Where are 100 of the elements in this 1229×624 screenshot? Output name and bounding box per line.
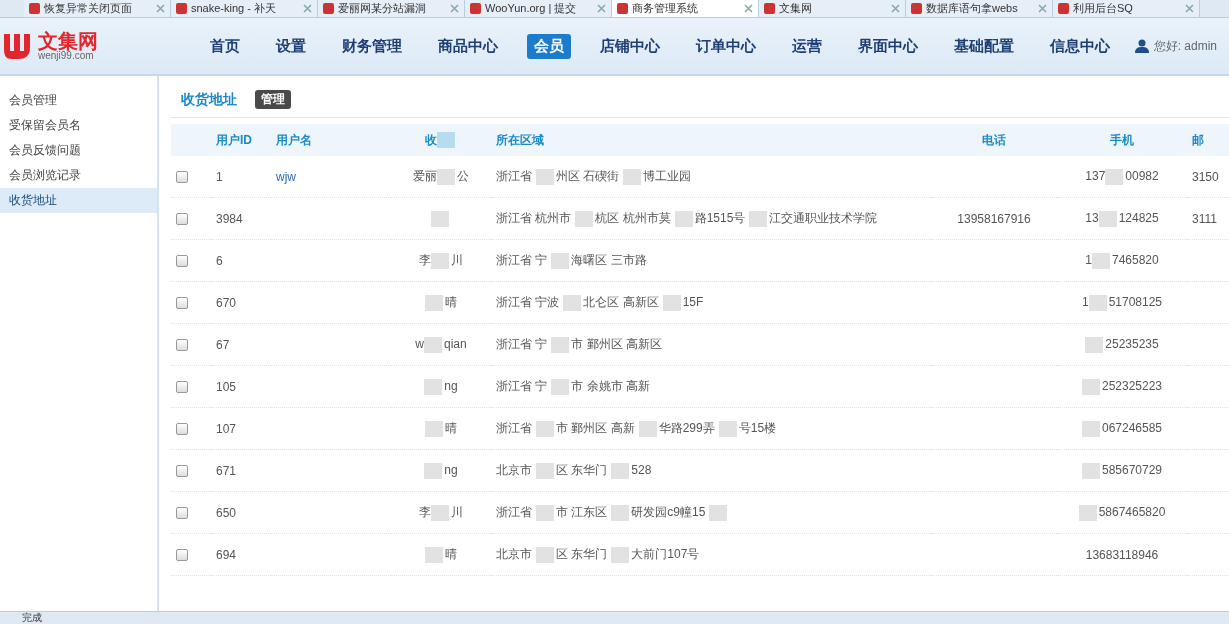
browser-tab[interactable]: 爱丽网某分站漏洞 xyxy=(318,0,465,17)
table-cell: 博工业园 xyxy=(643,169,692,183)
close-icon[interactable] xyxy=(891,4,900,13)
column-header: 手机 xyxy=(1110,132,1134,147)
table-cell: 浙江省 宁 xyxy=(496,253,548,267)
row-checkbox[interactable] xyxy=(176,381,188,394)
browser-tab[interactable]: 商务管理系统 xyxy=(612,0,759,17)
close-icon[interactable] xyxy=(1038,4,1047,13)
close-icon[interactable] xyxy=(450,4,459,13)
table-cell: 江交通职业技术学院 xyxy=(769,211,878,225)
redaction-block xyxy=(425,294,443,311)
row-checkbox[interactable] xyxy=(176,297,188,310)
redaction-block xyxy=(425,420,443,437)
redaction-block xyxy=(551,336,570,353)
table-cell: 北京市 xyxy=(496,463,532,477)
nav-item[interactable]: 订单中心 xyxy=(688,33,763,59)
redaction-block xyxy=(611,504,630,521)
table-cell: 浙江省 xyxy=(496,421,532,435)
redaction-block xyxy=(563,294,582,311)
row-checkbox[interactable] xyxy=(176,549,188,562)
table-cell: 州区 石碶街 xyxy=(556,169,620,183)
favicon-icon xyxy=(764,3,775,14)
user-icon xyxy=(1134,39,1149,53)
row-checkbox[interactable] xyxy=(176,213,188,226)
redaction-block xyxy=(749,210,768,227)
table-cell: 252325223 xyxy=(1101,378,1163,393)
table-cell: 3984 xyxy=(216,211,243,226)
table-cell: 李 xyxy=(419,253,431,267)
favicon-icon xyxy=(617,3,628,14)
logo-name: 文集网 xyxy=(38,31,98,51)
redaction-block xyxy=(1098,210,1117,227)
redaction-block xyxy=(662,294,681,311)
table-cell: 105 xyxy=(216,379,237,394)
nav-item[interactable]: 店铺中心 xyxy=(592,33,667,59)
nav-item[interactable]: 财务管理 xyxy=(334,33,409,59)
row-checkbox[interactable] xyxy=(176,465,188,478)
close-icon[interactable] xyxy=(1185,4,1194,13)
nav-item[interactable]: 商品中心 xyxy=(430,33,505,59)
browser-tab[interactable]: 文集网 xyxy=(759,0,906,17)
nav-item[interactable]: 界面中心 xyxy=(850,33,925,59)
row-checkbox[interactable] xyxy=(176,171,188,184)
nav-item[interactable]: 运营 xyxy=(784,33,829,59)
table-cell: w xyxy=(415,336,424,351)
redaction-block xyxy=(611,546,630,563)
table-cell: ng xyxy=(444,378,458,393)
table-cell: 海曙区 三市路 xyxy=(571,253,647,267)
redaction-block xyxy=(536,168,554,185)
nav-item[interactable]: 首页 xyxy=(202,33,247,59)
table-cell: 浙江省 宁 xyxy=(496,337,548,351)
table-cell: 路1515号 xyxy=(694,211,746,225)
browser-tab[interactable]: 恢复异常关闭页面 xyxy=(24,0,171,17)
column-header: 收 xyxy=(425,132,437,147)
section-title: 收货地址 xyxy=(181,90,237,109)
redaction-block xyxy=(551,378,570,395)
table-cell: 川 xyxy=(451,253,463,267)
table-cell: 市 鄞州区 高新区 xyxy=(571,337,662,351)
username-link[interactable]: wjw xyxy=(276,169,296,184)
browser-tab[interactable]: snake-king - 补天 xyxy=(171,0,318,17)
browser-tab[interactable]: 利用后台SQ xyxy=(1053,0,1200,17)
table-cell: 1 xyxy=(1085,252,1092,267)
nav-item[interactable]: 基础配置 xyxy=(946,33,1021,59)
sidebar-item[interactable]: 会员浏览记录 xyxy=(0,163,157,188)
row-checkbox[interactable] xyxy=(176,507,188,520)
browser-tab[interactable]: 数据库语句拿webs xyxy=(906,0,1053,17)
row-checkbox[interactable] xyxy=(176,255,188,268)
sidebar-item[interactable]: 会员管理 xyxy=(0,88,157,113)
nav-item[interactable]: 会员 xyxy=(526,33,571,59)
table-cell: qian xyxy=(444,336,467,351)
row-checkbox[interactable] xyxy=(176,339,188,352)
table-cell: 浙江省 宁波 xyxy=(496,295,560,309)
browser-tab[interactable]: WooYun.org | 提交 xyxy=(465,0,612,17)
favicon-icon xyxy=(29,3,40,14)
row-checkbox[interactable] xyxy=(176,423,188,436)
table-cell: 市 鄞州区 高新 xyxy=(556,421,635,435)
table-cell: 爱丽 xyxy=(413,169,437,183)
close-icon[interactable] xyxy=(303,4,312,13)
manage-badge[interactable]: 管理 xyxy=(255,90,291,109)
redaction-block xyxy=(424,462,443,479)
table-cell: 671 xyxy=(216,463,237,478)
table-cell: 00982 xyxy=(1125,168,1159,183)
close-icon[interactable] xyxy=(156,4,165,13)
table-cell: 670 xyxy=(216,295,237,310)
table-cell: 5867465820 xyxy=(1098,504,1166,519)
sidebar-item[interactable]: 受保留会员名 xyxy=(0,113,157,138)
table-cell: 号15楼 xyxy=(738,421,777,435)
table-cell: 25235235 xyxy=(1105,336,1159,351)
sidebar-item[interactable]: 收货地址 xyxy=(0,188,157,213)
close-icon[interactable] xyxy=(597,4,606,13)
close-icon[interactable] xyxy=(744,4,753,13)
nav-item[interactable]: 信息中心 xyxy=(1042,33,1117,59)
column-header: 所在区域 xyxy=(496,132,544,147)
user-greeting: 您好: admin xyxy=(1153,37,1217,55)
redaction-block xyxy=(1105,168,1124,185)
redaction-block xyxy=(1078,504,1097,521)
sidebar-item[interactable]: 会员反馈问题 xyxy=(0,138,157,163)
table-cell: 晴 xyxy=(445,295,457,309)
redaction-block xyxy=(431,210,449,227)
nav-item[interactable]: 设置 xyxy=(268,33,313,59)
redaction-block xyxy=(536,546,554,563)
table-cell: 浙江省 xyxy=(496,169,532,183)
